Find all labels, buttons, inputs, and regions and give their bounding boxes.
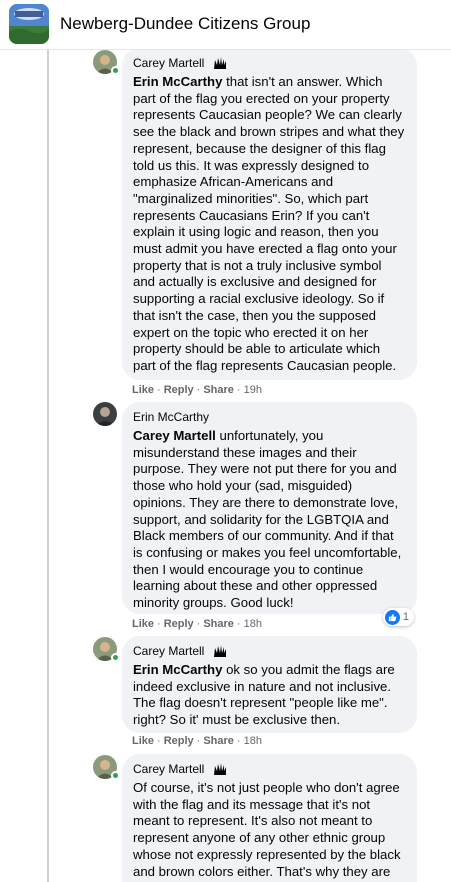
reply-button[interactable]: Reply [164, 618, 194, 630]
reply-button[interactable]: Reply [164, 384, 194, 396]
comment-body: that isn't an answer. Which part of the … [133, 74, 405, 373]
top-fan-badge-icon [212, 644, 228, 658]
comment-actions: Like · Reply · Share · 19h [132, 384, 262, 396]
reaction-summary[interactable]: 1 [382, 608, 414, 626]
timestamp[interactable]: 18h [244, 618, 262, 630]
comment-body: Of course, it's not just people who don'… [133, 780, 401, 879]
group-avatar-icon[interactable] [9, 4, 49, 44]
comment-text: Of course, it's not just people who don'… [133, 780, 405, 880]
timestamp[interactable]: 19h [244, 384, 262, 396]
group-header: Newberg-Dundee Citizens Group [0, 0, 451, 50]
like-button[interactable]: Like [132, 735, 154, 747]
reaction-count: 1 [402, 611, 409, 623]
like-button[interactable]: Like [132, 618, 154, 630]
mention-link[interactable]: Erin McCarthy [133, 74, 222, 89]
top-fan-badge-icon [212, 56, 228, 70]
mention-link[interactable]: Erin McCarthy [133, 662, 222, 677]
comment-author[interactable]: Erin McCarthy [133, 410, 209, 424]
online-status-icon [111, 653, 120, 662]
like-reaction-icon [384, 609, 400, 625]
mention-link[interactable]: Carey Martell [133, 428, 216, 443]
comment-author[interactable]: Carey Martell [133, 644, 204, 658]
share-button[interactable]: Share [203, 618, 234, 630]
online-status-icon [111, 771, 120, 780]
comment-bubble: Carey Martell Of course, it's not just p… [122, 754, 417, 882]
comment-bubble: Carey Martell Erin McCarthy ok so you ad… [122, 636, 417, 733]
comment-bubble: Carey Martell Erin McCarthy that isn't a… [122, 48, 417, 380]
like-button[interactable]: Like [132, 384, 154, 396]
top-fan-badge-icon [212, 762, 228, 776]
online-status-icon [111, 66, 120, 75]
share-button[interactable]: Share [203, 735, 234, 747]
thread-line [47, 50, 49, 882]
comment-text: Erin McCarthy that isn't an answer. Whic… [133, 74, 405, 375]
comment-actions: Like · Reply · Share · 18h [132, 618, 262, 630]
reply-button[interactable]: Reply [164, 735, 194, 747]
comment-body: unfortunately, you misunderstand these i… [133, 428, 402, 611]
share-button[interactable]: Share [203, 384, 234, 396]
comment-author[interactable]: Carey Martell [133, 762, 204, 776]
avatar[interactable] [93, 402, 117, 426]
comment-actions: Like · Reply · Share · 18h [132, 735, 262, 747]
timestamp[interactable]: 18h [244, 735, 262, 747]
group-title[interactable]: Newberg-Dundee Citizens Group [60, 14, 310, 34]
comment-text: Carey Martell unfortunately, you misunde… [133, 428, 405, 612]
comment-text: Erin McCarthy ok so you admit the flags … [133, 662, 405, 729]
comment-author[interactable]: Carey Martell [133, 56, 204, 70]
comment-bubble: Erin McCarthy Carey Martell unfortunatel… [122, 402, 417, 614]
